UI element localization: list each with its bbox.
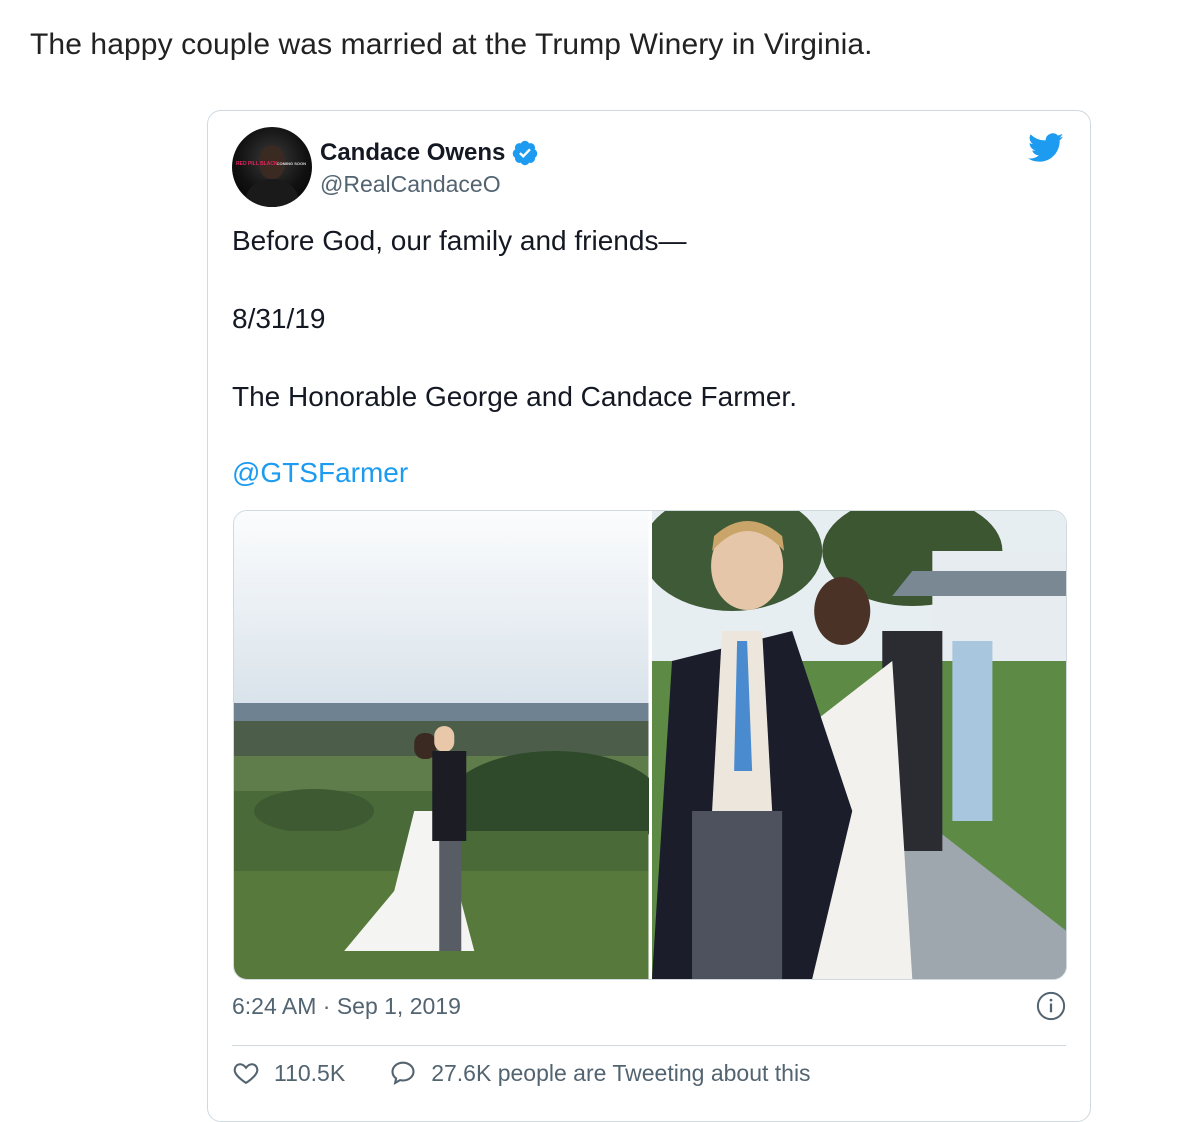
tweeting-link[interactable]: 27.6K people are Tweeting about this <box>389 1059 811 1087</box>
tweet-text-line-1: Before God, our family and friends— <box>232 225 687 256</box>
tweet-media-grid[interactable] <box>233 510 1067 980</box>
wedding-photo-landscape[interactable] <box>234 511 649 979</box>
tweet-text-line-3: The Honorable George and Candace Farmer. <box>232 381 797 412</box>
speech-bubble-icon <box>391 1061 415 1085</box>
verified-badge-icon <box>513 140 538 166</box>
twitter-bird-icon[interactable] <box>1028 133 1064 163</box>
author-avatar[interactable]: RED PILL BLACK COMING SOON <box>232 127 312 207</box>
avatar-text-left: RED PILL BLACK <box>236 161 278 167</box>
avatar-text-right: COMING SOON <box>276 161 306 166</box>
tweet-actions: 110.5K 27.6K people are Tweeting about t… <box>232 1059 811 1087</box>
info-icon[interactable] <box>1036 991 1066 1021</box>
wedding-photo-couple[interactable] <box>651 511 1066 979</box>
tweet-timestamp[interactable]: 6:24 AM · Sep 1, 2019 <box>232 993 461 1020</box>
tweet-divider <box>232 1045 1066 1046</box>
article-paragraph: The happy couple was married at the Trum… <box>30 28 873 61</box>
like-button[interactable]: 110.5K <box>232 1059 345 1087</box>
author-handle[interactable]: @RealCandaceO <box>320 171 501 198</box>
heart-icon <box>233 1063 259 1085</box>
tweet-text-line-2: 8/31/19 <box>232 303 326 334</box>
author-name-row[interactable]: Candace Owens <box>320 139 539 167</box>
tweeting-text: 27.6K people are Tweeting about this <box>431 1059 811 1086</box>
mention-link[interactable]: @GTSFarmer <box>232 457 408 489</box>
avatar-shoulders <box>246 179 298 207</box>
embedded-tweet-card[interactable]: RED PILL BLACK COMING SOON Candace Owens… <box>207 110 1091 1122</box>
author-display-name[interactable]: Candace Owens <box>320 139 505 167</box>
like-count: 110.5K <box>274 1059 346 1086</box>
